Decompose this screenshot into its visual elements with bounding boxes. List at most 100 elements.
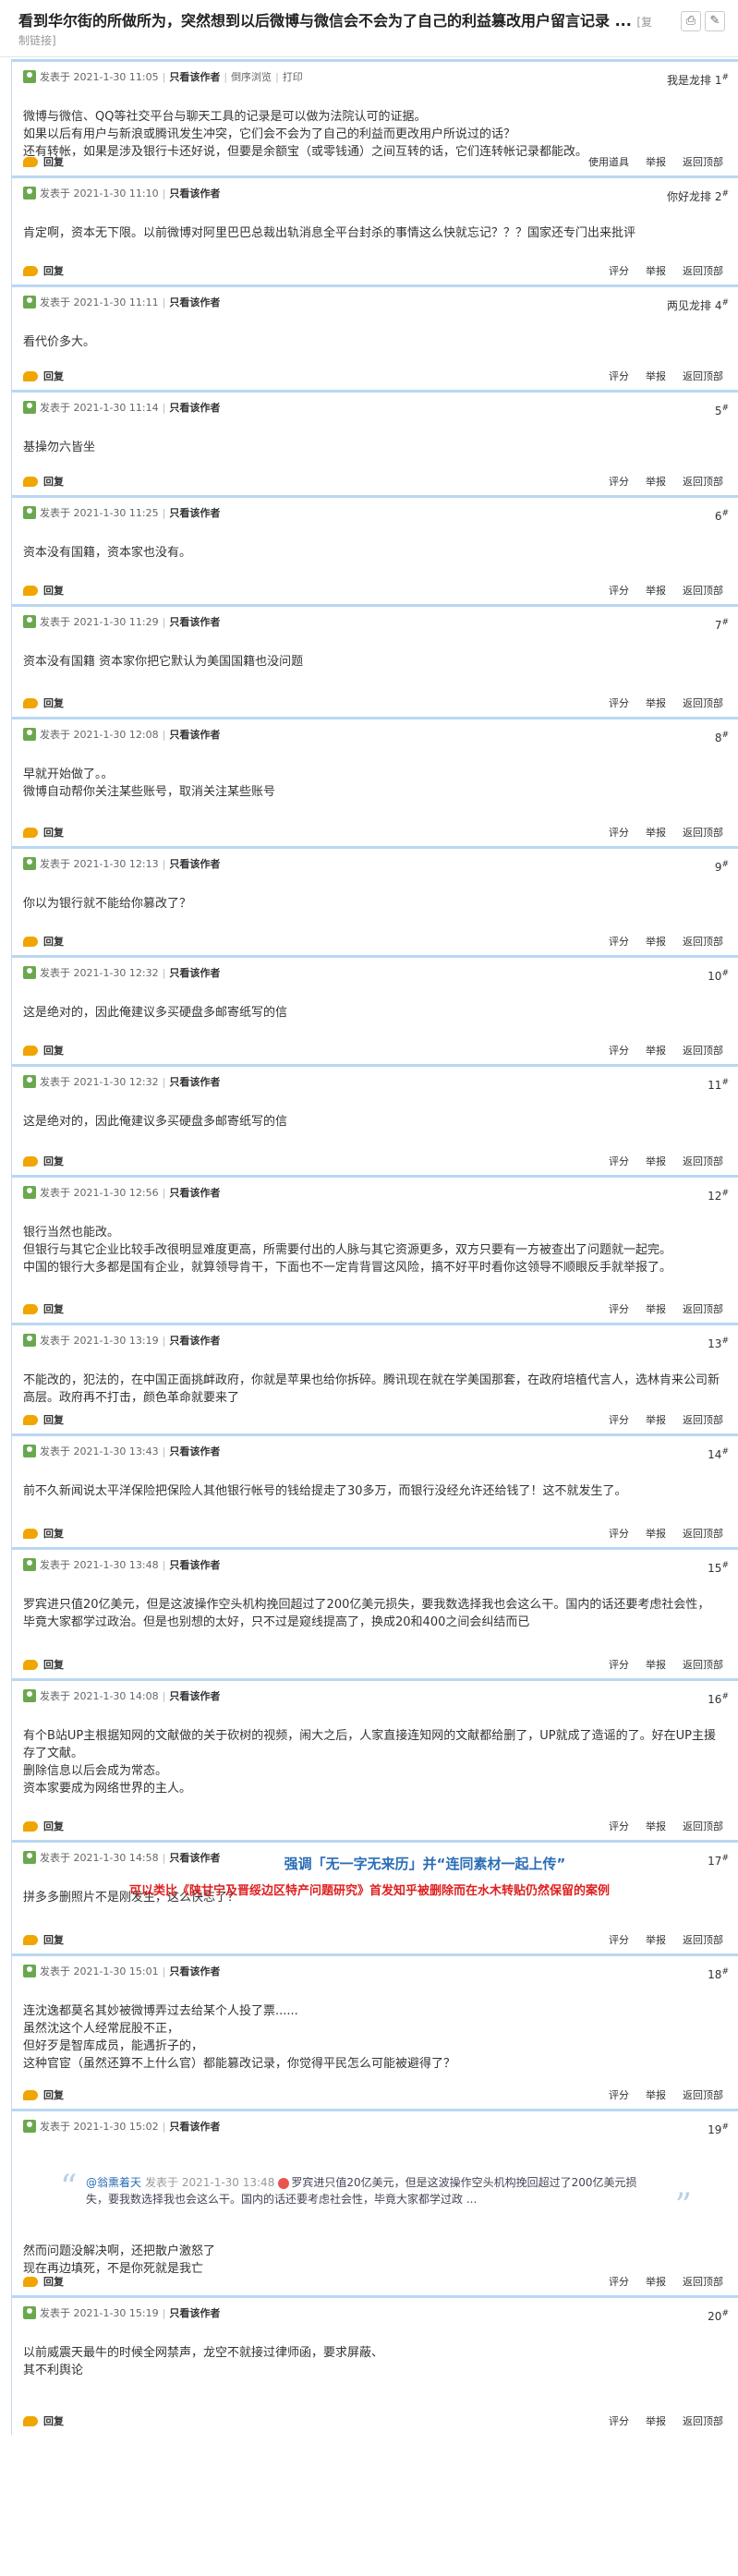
post-action-link[interactable]: 评分	[609, 2415, 629, 2427]
only-author-link[interactable]: 只看该作者	[169, 1187, 220, 1199]
post-action-link[interactable]: 返回顶部	[683, 2089, 723, 2101]
post-action-link[interactable]: 评分	[609, 1528, 629, 1540]
reply-button[interactable]: 回复	[23, 585, 64, 597]
post-action-link[interactable]: 举报	[646, 1820, 666, 1832]
floor-label[interactable]: 你好龙排	[667, 190, 711, 203]
reply-button[interactable]: 回复	[23, 2415, 64, 2427]
post-action-link[interactable]: 评分	[609, 936, 629, 948]
edit-icon[interactable]: ✎	[705, 11, 725, 31]
post-action-link[interactable]: 举报	[646, 476, 666, 488]
post-action-link[interactable]: 评分	[609, 1045, 629, 1057]
post-action-link[interactable]: 评分	[609, 585, 629, 597]
print-icon[interactable]: ⎙	[681, 11, 701, 31]
only-author-link[interactable]: 只看该作者	[169, 187, 220, 200]
post-action-link[interactable]: 举报	[646, 1528, 666, 1540]
header-link[interactable]: 倒序浏览	[231, 71, 272, 83]
only-author-link[interactable]: 只看该作者	[169, 507, 220, 519]
only-author-link[interactable]: 只看该作者	[169, 1559, 220, 1571]
reply-button[interactable]: 回复	[23, 370, 64, 382]
reply-button[interactable]: 回复	[23, 827, 64, 839]
post-action-link[interactable]: 举报	[646, 1045, 666, 1057]
header-link[interactable]: 打印	[283, 71, 303, 83]
reply-button[interactable]: 回复	[23, 2089, 64, 2101]
post-action-link[interactable]: 评分	[609, 265, 629, 277]
post-action-link[interactable]: 返回顶部	[683, 370, 723, 382]
post-action-link[interactable]: 返回顶部	[683, 2415, 723, 2427]
post-action-link[interactable]: 评分	[609, 2276, 629, 2288]
post-action-link[interactable]: 评分	[609, 697, 629, 709]
post-action-link[interactable]: 举报	[646, 936, 666, 948]
post-action-link[interactable]: 返回顶部	[683, 1414, 723, 1426]
post-action-link[interactable]: 返回顶部	[683, 1155, 723, 1167]
post-action-link[interactable]: 举报	[646, 370, 666, 382]
post-action-link[interactable]: 返回顶部	[683, 265, 723, 277]
post-action-link[interactable]: 举报	[646, 1414, 666, 1426]
reply-button[interactable]: 回复	[23, 265, 64, 277]
floor-label[interactable]: 我是龙排	[667, 74, 711, 87]
only-author-link[interactable]: 只看该作者	[169, 71, 220, 83]
post-action-link[interactable]: 评分	[609, 2089, 629, 2101]
only-author-link[interactable]: 只看该作者	[169, 402, 220, 414]
only-author-link[interactable]: 只看该作者	[169, 1690, 220, 1702]
only-author-link[interactable]: 只看该作者	[169, 1445, 220, 1457]
post-action-link[interactable]: 使用道具	[588, 156, 629, 168]
reply-button[interactable]: 回复	[23, 1303, 64, 1315]
post-action-link[interactable]: 评分	[609, 1659, 629, 1671]
reply-button[interactable]: 回复	[23, 936, 64, 948]
post-action-link[interactable]: 举报	[646, 2089, 666, 2101]
only-author-link[interactable]: 只看该作者	[169, 967, 220, 979]
reply-button[interactable]: 回复	[23, 1528, 64, 1540]
only-author-link[interactable]: 只看该作者	[169, 296, 220, 308]
only-author-link[interactable]: 只看该作者	[169, 2121, 220, 2133]
floor-label[interactable]: 两见龙排	[667, 299, 711, 312]
reply-button[interactable]: 回复	[23, 1155, 64, 1167]
post-action-link[interactable]: 举报	[646, 2415, 666, 2427]
post-action-link[interactable]: 返回顶部	[683, 585, 723, 597]
post-action-link[interactable]: 返回顶部	[683, 936, 723, 948]
only-author-link[interactable]: 只看该作者	[169, 2307, 220, 2319]
post-action-link[interactable]: 返回顶部	[683, 1934, 723, 1946]
post-action-link[interactable]: 评分	[609, 1303, 629, 1315]
post-action-link[interactable]: 举报	[646, 697, 666, 709]
post-action-link[interactable]: 返回顶部	[683, 2276, 723, 2288]
post-action-link[interactable]: 举报	[646, 585, 666, 597]
post-action-link[interactable]: 返回顶部	[683, 1303, 723, 1315]
copy-link[interactable]: 制链接]	[18, 32, 673, 49]
post-action-link[interactable]: 返回顶部	[683, 1820, 723, 1832]
post-action-link[interactable]: 评分	[609, 1820, 629, 1832]
reply-button[interactable]: 回复	[23, 1820, 64, 1832]
post-action-link[interactable]: 举报	[646, 265, 666, 277]
only-author-link[interactable]: 只看该作者	[169, 858, 220, 870]
post-action-link[interactable]: 评分	[609, 1934, 629, 1946]
only-author-link[interactable]: 只看该作者	[169, 1076, 220, 1088]
reply-button[interactable]: 回复	[23, 697, 64, 709]
post-action-link[interactable]: 举报	[646, 156, 666, 168]
post-action-link[interactable]: 评分	[609, 476, 629, 488]
only-author-link[interactable]: 只看该作者	[169, 1335, 220, 1347]
post-action-link[interactable]: 举报	[646, 1934, 666, 1946]
reply-button[interactable]: 回复	[23, 2276, 64, 2288]
post-action-link[interactable]: 评分	[609, 827, 629, 839]
post-action-link[interactable]: 评分	[609, 1414, 629, 1426]
post-action-link[interactable]: 返回顶部	[683, 1528, 723, 1540]
post-action-link[interactable]: 返回顶部	[683, 1045, 723, 1057]
post-action-link[interactable]: 返回顶部	[683, 827, 723, 839]
reply-button[interactable]: 回复	[23, 1659, 64, 1671]
post-action-link[interactable]: 返回顶部	[683, 476, 723, 488]
only-author-link[interactable]: 只看该作者	[169, 729, 220, 741]
post-action-link[interactable]: 返回顶部	[683, 156, 723, 168]
reply-button[interactable]: 回复	[23, 476, 64, 488]
reply-button[interactable]: 回复	[23, 1414, 64, 1426]
copy-link-prefix[interactable]: [复	[636, 16, 652, 29]
quote-user-link[interactable]: @翁熏着天	[86, 2176, 141, 2189]
reply-button[interactable]: 回复	[23, 1045, 64, 1057]
reply-button[interactable]: 回复	[23, 1934, 64, 1946]
post-action-link[interactable]: 举报	[646, 1303, 666, 1315]
post-action-link[interactable]: 评分	[609, 370, 629, 382]
reply-button[interactable]: 回复	[23, 156, 64, 168]
post-action-link[interactable]: 举报	[646, 2276, 666, 2288]
only-author-link[interactable]: 只看该作者	[169, 616, 220, 628]
post-action-link[interactable]: 举报	[646, 1659, 666, 1671]
post-action-link[interactable]: 举报	[646, 1155, 666, 1167]
post-action-link[interactable]: 评分	[609, 1155, 629, 1167]
